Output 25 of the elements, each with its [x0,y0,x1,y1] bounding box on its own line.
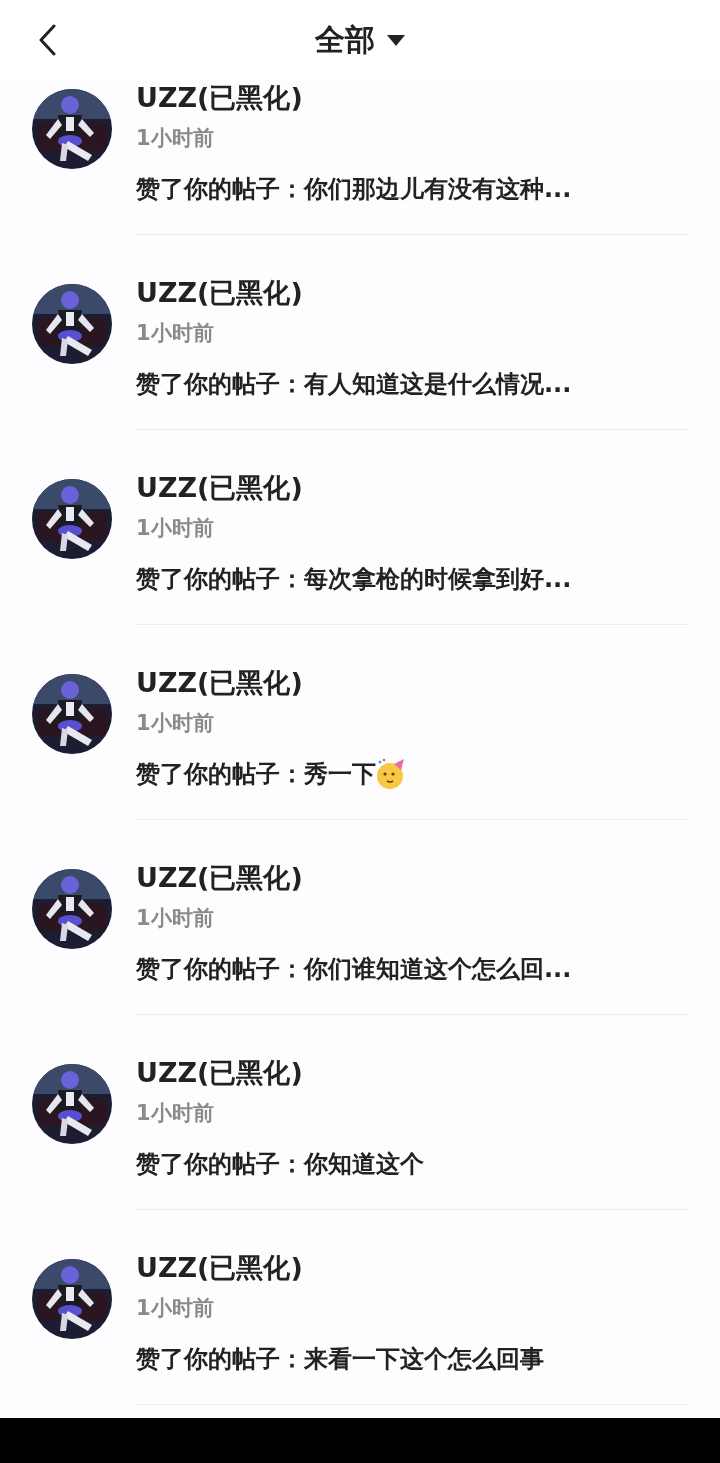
notification-text: 赞了你的帖子：秀一下 [136,759,376,790]
user-name[interactable]: UZZ(已黑化) [136,665,688,701]
user-name[interactable]: UZZ(已黑化) [136,470,688,506]
notification-text: 赞了你的帖子：来看一下这个怎么回事 [136,1344,544,1375]
time-label: 1小时前 [136,1100,215,1127]
user-name[interactable]: UZZ(已黑化) [136,80,688,116]
notification-text: 赞了你的帖子：每次拿枪的时候拿到好... [136,564,572,595]
notification-text: 赞了你的帖子：你们那边儿有没有这种... [136,174,572,205]
notification-text: 赞了你的帖子：你知道这个 [136,1149,424,1180]
party-emoji-icon [376,758,406,790]
user-name[interactable]: UZZ(已黑化) [136,860,688,896]
time-label: 1小时前 [136,710,215,737]
caret-icon [387,34,405,46]
user-name[interactable]: UZZ(已黑化) [136,275,688,311]
time-label: 1小时前 [136,515,215,542]
notification-text: 赞了你的帖子：有人知道这是什么情况... [136,369,572,400]
back-icon [38,24,56,56]
time-label: 1小时前 [136,1295,215,1322]
time-label: 1小时前 [136,320,215,347]
time-label: 1小时前 [136,905,215,932]
filter-dropdown[interactable]: 全部 [315,19,405,61]
user-name[interactable]: UZZ(已黑化) [136,1250,688,1286]
time-label: 1小时前 [136,125,215,152]
notification-text: 赞了你的帖子：你们谁知道这个怎么回... [136,954,572,985]
user-name[interactable]: UZZ(已黑化) [136,1055,688,1091]
